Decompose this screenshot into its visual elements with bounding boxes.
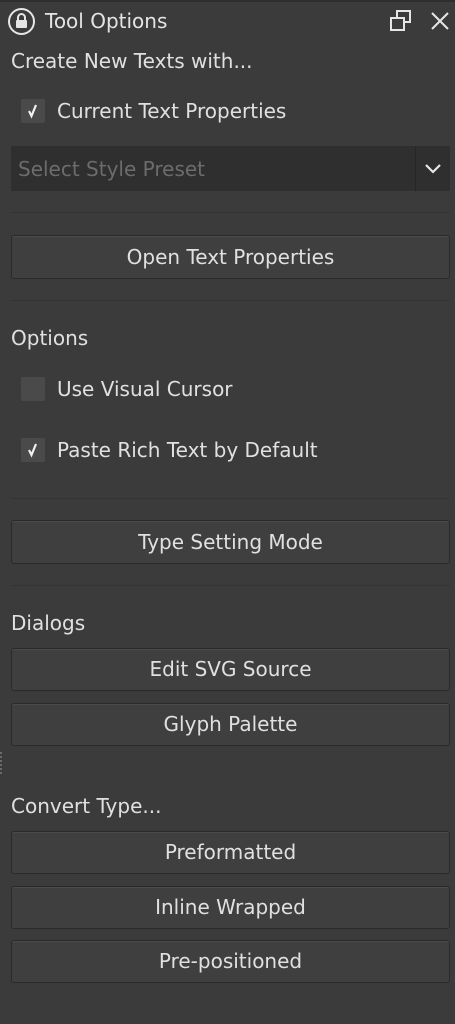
current-text-properties-checkbox[interactable] bbox=[21, 99, 45, 123]
current-text-properties-row[interactable]: Current Text Properties bbox=[21, 98, 441, 124]
open-text-properties-button[interactable]: Open Text Properties bbox=[11, 235, 450, 279]
glyph-palette-button[interactable]: Glyph Palette bbox=[11, 703, 450, 746]
use-visual-cursor-label: Use Visual Cursor bbox=[57, 377, 233, 401]
pre-positioned-button[interactable]: Pre-positioned bbox=[11, 940, 450, 983]
separator bbox=[11, 498, 450, 499]
inline-wrapped-button[interactable]: Inline Wrapped bbox=[11, 886, 450, 929]
separator bbox=[11, 300, 450, 301]
float-window-icon[interactable] bbox=[389, 9, 413, 33]
style-preset-combo[interactable]: Select Style Preset bbox=[11, 146, 450, 191]
options-section-label: Options bbox=[11, 326, 89, 350]
close-icon[interactable] bbox=[428, 9, 452, 33]
paste-rich-text-checkbox[interactable] bbox=[21, 438, 45, 462]
style-preset-placeholder: Select Style Preset bbox=[18, 157, 206, 181]
resize-grip[interactable] bbox=[0, 752, 3, 778]
checkmark-icon bbox=[28, 104, 38, 119]
lock-icon[interactable] bbox=[7, 7, 36, 36]
edit-svg-source-button[interactable]: Edit SVG Source bbox=[11, 648, 450, 691]
current-text-properties-label: Current Text Properties bbox=[57, 99, 287, 123]
style-preset-dropdown-button[interactable] bbox=[415, 146, 450, 191]
use-visual-cursor-checkbox[interactable] bbox=[21, 377, 45, 401]
chevron-down-icon bbox=[425, 164, 441, 174]
dock-title-bar: Tool Options bbox=[0, 0, 455, 42]
paste-rich-text-label: Paste Rich Text by Default bbox=[57, 438, 318, 462]
preformatted-button[interactable]: Preformatted bbox=[11, 831, 450, 874]
checkmark-icon bbox=[28, 443, 38, 458]
separator bbox=[11, 212, 450, 213]
type-setting-mode-button[interactable]: Type Setting Mode bbox=[11, 520, 450, 564]
paste-rich-text-row[interactable]: Paste Rich Text by Default bbox=[21, 437, 441, 463]
use-visual-cursor-row[interactable]: Use Visual Cursor bbox=[21, 376, 441, 402]
separator bbox=[11, 585, 450, 586]
dialogs-section-label: Dialogs bbox=[11, 611, 86, 635]
create-section-label: Create New Texts with... bbox=[11, 49, 253, 73]
panel-title: Tool Options bbox=[45, 9, 168, 33]
title-bar-top-border bbox=[0, 0, 455, 2]
convert-section-label: Convert Type... bbox=[11, 794, 162, 818]
